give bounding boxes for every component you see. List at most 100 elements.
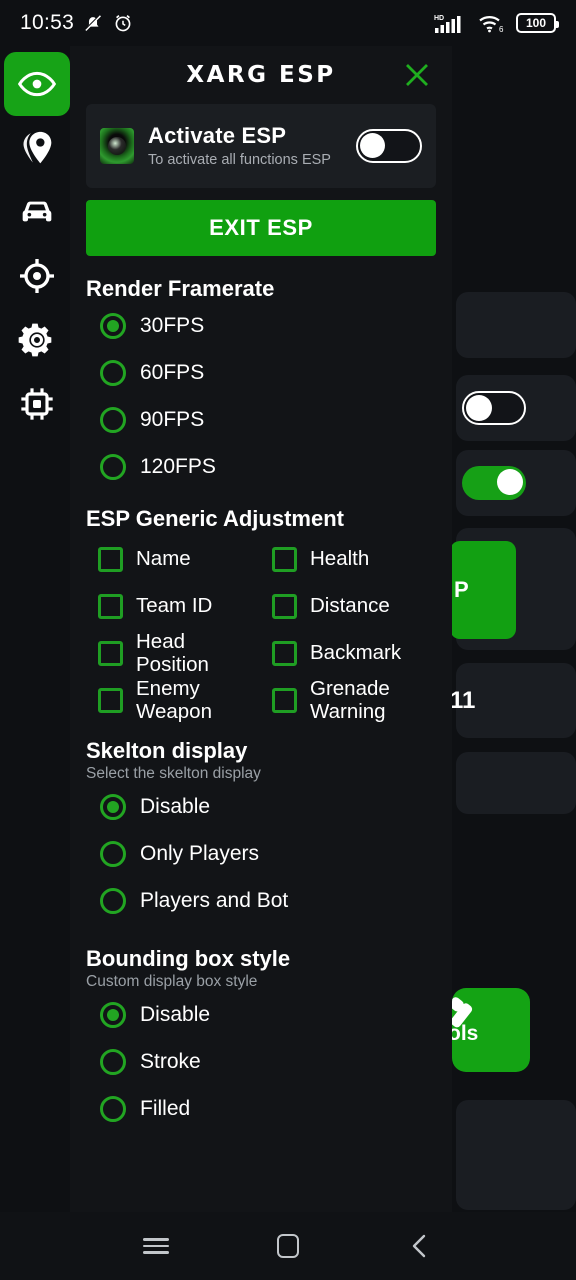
svg-text:HD: HD xyxy=(434,15,444,22)
radio-option-30fps[interactable]: 30FPS xyxy=(86,302,436,349)
checkbox-option-team-id[interactable]: Team ID xyxy=(98,583,262,630)
checkbox-option-grenade-warning[interactable]: Grenade Warning xyxy=(272,677,436,724)
bg-card xyxy=(456,450,576,516)
exit-esp-button[interactable]: EXIT ESP xyxy=(86,200,436,256)
radio-label: 30FPS xyxy=(140,313,205,337)
bg-card xyxy=(456,1100,576,1210)
radio-label: Disable xyxy=(140,794,211,818)
bounding-box-title: Bounding box style xyxy=(86,946,291,971)
checkbox-option-enemy-weapon[interactable]: Enemy Weapon xyxy=(98,677,262,724)
checkbox-option-backmark[interactable]: Backmark xyxy=(272,630,436,677)
battery-level: 100 xyxy=(525,16,547,30)
checkbox-label: Backmark xyxy=(310,641,402,665)
checkbox-option-health[interactable]: Health xyxy=(272,536,436,583)
esp-overlay-panel: XARG ESP Activate ESP To activate all fu… xyxy=(70,46,452,1212)
activate-esp-subtitle: To activate all functions ESP xyxy=(148,151,331,168)
home-button[interactable] xyxy=(265,1223,311,1269)
recents-icon xyxy=(143,1234,169,1258)
checkbox-indicator xyxy=(272,547,297,572)
sidebar-item-esp[interactable] xyxy=(4,52,70,116)
back-button[interactable] xyxy=(397,1223,443,1269)
sidebar-item-aim[interactable] xyxy=(4,244,70,308)
bg-card xyxy=(456,375,576,441)
radio-label: 60FPS xyxy=(140,360,205,384)
radio-label: 90FPS xyxy=(140,407,205,431)
radio-option-90fps[interactable]: 90FPS xyxy=(86,396,436,443)
activate-esp-card[interactable]: Activate ESP To activate all functions E… xyxy=(86,104,436,188)
radio-option-120fps[interactable]: 120FPS xyxy=(86,443,436,490)
checkbox-indicator xyxy=(98,688,123,713)
home-icon xyxy=(277,1234,299,1258)
radio-indicator xyxy=(100,359,126,386)
screen-root: P 11 ols 10:53 HD 6 100 XARG ESP Activat… xyxy=(0,0,576,1280)
esp-generic-title: ESP Generic Adjustment xyxy=(86,506,344,531)
radio-label: 120FPS xyxy=(140,454,216,478)
battery-icon: 100 xyxy=(516,13,559,33)
svg-text:6: 6 xyxy=(499,25,504,34)
checkbox-label: Health xyxy=(310,547,370,571)
close-icon xyxy=(406,64,428,86)
app-logo-icon xyxy=(100,128,134,164)
radio-option-skelton-only-players[interactable]: Only Players xyxy=(86,830,436,877)
skelton-display-subtitle: Select the skelton display xyxy=(86,765,261,782)
checkbox-indicator xyxy=(98,547,123,572)
crosshair-icon xyxy=(19,258,55,294)
activate-esp-title: Activate ESP xyxy=(148,122,287,148)
radio-indicator xyxy=(100,1095,126,1122)
checkbox-indicator xyxy=(272,594,297,619)
checkbox-option-head-position[interactable]: Head Position xyxy=(98,630,262,677)
bg-toggle-knob xyxy=(466,395,492,421)
radio-indicator xyxy=(100,1048,126,1075)
status-bar-left: 10:53 xyxy=(20,11,134,35)
android-nav-bar xyxy=(0,1212,576,1280)
checkbox-option-name[interactable]: Name xyxy=(98,536,262,583)
gear-icon xyxy=(18,323,52,357)
radio-indicator xyxy=(100,406,126,433)
radio-indicator xyxy=(100,840,126,867)
close-button[interactable] xyxy=(402,60,432,90)
sidebar-item-settings[interactable] xyxy=(4,308,70,372)
sidebar-item-location[interactable] xyxy=(4,116,70,180)
panel-body: Activate ESP To activate all functions E… xyxy=(70,104,452,1132)
sidebar-item-vehicle[interactable] xyxy=(4,180,70,244)
radio-option-skelton-players-and-bot[interactable]: Players and Bot xyxy=(86,877,436,924)
radio-option-box-stroke[interactable]: Stroke xyxy=(86,1038,436,1085)
checkbox-indicator xyxy=(272,688,297,713)
bg-toggle-on[interactable] xyxy=(462,466,526,500)
activate-esp-toggle[interactable] xyxy=(356,129,422,163)
alarm-clock-icon xyxy=(112,12,134,34)
bounding-box-subtitle: Custom display box style xyxy=(86,973,258,990)
radio-option-skelton-disable[interactable]: Disable xyxy=(86,783,436,830)
bg-tools-card[interactable]: ols xyxy=(452,988,530,1072)
bg-green-button[interactable]: P xyxy=(450,541,516,639)
radio-label: Filled xyxy=(140,1096,191,1120)
sidebar-item-memory[interactable] xyxy=(4,372,70,436)
checkbox-indicator xyxy=(272,641,297,666)
checkbox-label: Distance xyxy=(310,594,390,618)
radio-label: Stroke xyxy=(140,1049,201,1073)
radio-option-box-disable[interactable]: Disable xyxy=(86,991,436,1038)
esp-generic-grid: Name Health Team ID Distance Head Positi… xyxy=(86,536,436,724)
side-rail xyxy=(4,52,70,436)
bg-toggle-knob xyxy=(497,469,523,495)
bg-card xyxy=(456,752,576,814)
checkbox-label: Grenade Warning xyxy=(310,676,390,723)
page-title: XARG ESP xyxy=(186,62,336,88)
car-icon xyxy=(22,201,52,222)
status-time: 10:53 xyxy=(20,11,75,34)
radio-indicator xyxy=(100,312,126,339)
radio-option-60fps[interactable]: 60FPS xyxy=(86,349,436,396)
radio-label: Players and Bot xyxy=(140,888,289,912)
location-pin-icon xyxy=(23,131,52,164)
radio-option-box-filled[interactable]: Filled xyxy=(86,1085,436,1132)
cellular-signal-icon: HD xyxy=(434,12,468,34)
checkbox-label: Name xyxy=(136,547,191,571)
checkbox-indicator xyxy=(98,641,123,666)
wifi-icon: 6 xyxy=(477,12,507,34)
recents-button[interactable] xyxy=(133,1223,179,1269)
checkbox-option-distance[interactable]: Distance xyxy=(272,583,436,630)
bg-toggle-off[interactable] xyxy=(462,391,526,425)
mute-bell-icon xyxy=(82,12,104,34)
eye-icon xyxy=(17,71,57,97)
render-framerate-title: Render Framerate xyxy=(86,276,275,301)
